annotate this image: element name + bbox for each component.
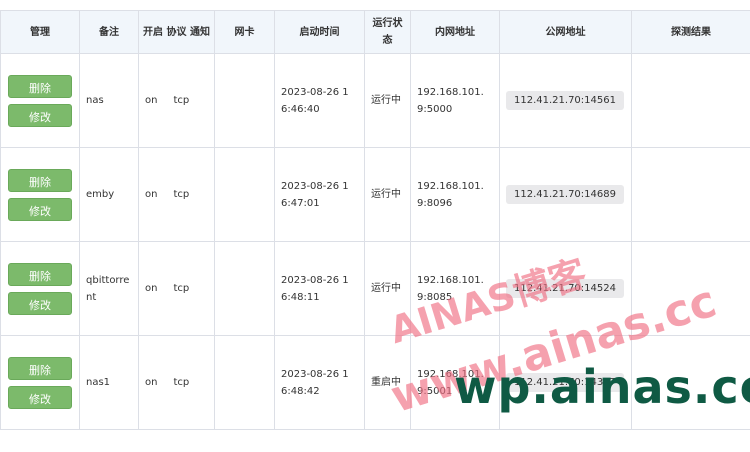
delete-button[interactable]: 删除	[8, 356, 72, 380]
table-header-row: 管理 备注 开启 协议 通知 网卡 启动时间 运行状态 内网地址 公网地址 探测…	[0, 10, 750, 54]
probe-result-cell	[631, 147, 750, 242]
start-time-cell: 2023-08-26 16:48:11	[274, 241, 365, 336]
lan-address-cell: 192.168.101.9:8085	[410, 241, 500, 336]
delete-button[interactable]: 删除	[8, 168, 72, 192]
probe-result-cell	[631, 335, 750, 430]
note-cell: qbittorrent	[79, 241, 139, 336]
header-probe-result: 探测结果	[631, 10, 750, 54]
status-cell: 运行中	[364, 241, 411, 336]
probe-result-cell	[631, 53, 750, 148]
header-lan-address: 内网地址	[410, 10, 500, 54]
header-wan-address: 公网地址	[499, 10, 632, 54]
wan-address-tag[interactable]: 112.41.21.70:14689	[506, 185, 624, 204]
nic-cell	[214, 53, 275, 148]
table-row: 删除 修改 nas1 on tcp 2023-08-26 16:48:42 重启中…	[0, 335, 750, 430]
protocol-type: tcp	[173, 377, 190, 388]
page: 管理 备注 开启 协议 通知 网卡 启动时间 运行状态 内网地址 公网地址 探测…	[0, 0, 750, 452]
header-note: 备注	[79, 10, 139, 54]
row-actions: 删除 修改	[0, 147, 80, 242]
delete-button[interactable]: 删除	[8, 74, 72, 98]
protocol-enabled: on	[145, 377, 158, 388]
protocol-cell: on tcp	[138, 147, 215, 242]
nic-cell	[214, 335, 275, 430]
edit-button[interactable]: 修改	[8, 385, 72, 409]
protocol-enabled: on	[145, 189, 158, 200]
lan-address-cell: 192.168.101.9:8096	[410, 147, 500, 242]
protocol-cell: on tcp	[138, 335, 215, 430]
protocol-type: tcp	[173, 189, 190, 200]
note-cell: emby	[79, 147, 139, 242]
status-cell: 重启中	[364, 335, 411, 430]
row-actions: 删除 修改	[0, 241, 80, 336]
wan-address-tag[interactable]: 112.41.21.70:14347	[506, 373, 624, 392]
wan-address-cell: 112.41.21.70:14347	[499, 335, 632, 430]
start-time-cell: 2023-08-26 16:46:40	[274, 53, 365, 148]
wan-address-tag[interactable]: 112.41.21.70:14524	[506, 279, 624, 298]
edit-button[interactable]: 修改	[8, 291, 72, 315]
header-nic: 网卡	[214, 10, 275, 54]
status-cell: 运行中	[364, 53, 411, 148]
header-start-time: 启动时间	[274, 10, 365, 54]
wan-address-tag[interactable]: 112.41.21.70:14561	[506, 91, 624, 110]
delete-button[interactable]: 删除	[8, 262, 72, 286]
start-time-cell: 2023-08-26 16:48:42	[274, 335, 365, 430]
protocol-enabled: on	[145, 95, 158, 106]
table-row: 删除 修改 emby on tcp 2023-08-26 16:47:01 运行中…	[0, 147, 750, 242]
row-actions: 删除 修改	[0, 53, 80, 148]
nic-cell	[214, 241, 275, 336]
header-status: 运行状态	[364, 10, 411, 54]
status-cell: 运行中	[364, 147, 411, 242]
lan-address-cell: 192.168.101.9:5001	[410, 335, 500, 430]
edit-button[interactable]: 修改	[8, 197, 72, 221]
start-time-cell: 2023-08-26 16:47:01	[274, 147, 365, 242]
probe-result-cell	[631, 241, 750, 336]
header-manage: 管理	[0, 10, 80, 54]
protocol-cell: on tcp	[138, 53, 215, 148]
note-cell: nas1	[79, 335, 139, 430]
lan-address-cell: 192.168.101.9:5000	[410, 53, 500, 148]
wan-address-cell: 112.41.21.70:14561	[499, 53, 632, 148]
protocol-type: tcp	[173, 283, 190, 294]
wan-address-cell: 112.41.21.70:14524	[499, 241, 632, 336]
note-cell: nas	[79, 53, 139, 148]
wan-address-cell: 112.41.21.70:14689	[499, 147, 632, 242]
protocol-enabled: on	[145, 283, 158, 294]
protocol-cell: on tcp	[138, 241, 215, 336]
header-protocol: 开启 协议 通知	[138, 10, 215, 54]
port-mapping-table: 管理 备注 开启 协议 通知 网卡 启动时间 运行状态 内网地址 公网地址 探测…	[0, 10, 750, 430]
nic-cell	[214, 147, 275, 242]
protocol-type: tcp	[173, 95, 190, 106]
table-row: 删除 修改 qbittorrent on tcp 2023-08-26 16:48…	[0, 241, 750, 336]
row-actions: 删除 修改	[0, 335, 80, 430]
table-row: 删除 修改 nas on tcp 2023-08-26 16:46:40 运行中 …	[0, 53, 750, 148]
edit-button[interactable]: 修改	[8, 103, 72, 127]
